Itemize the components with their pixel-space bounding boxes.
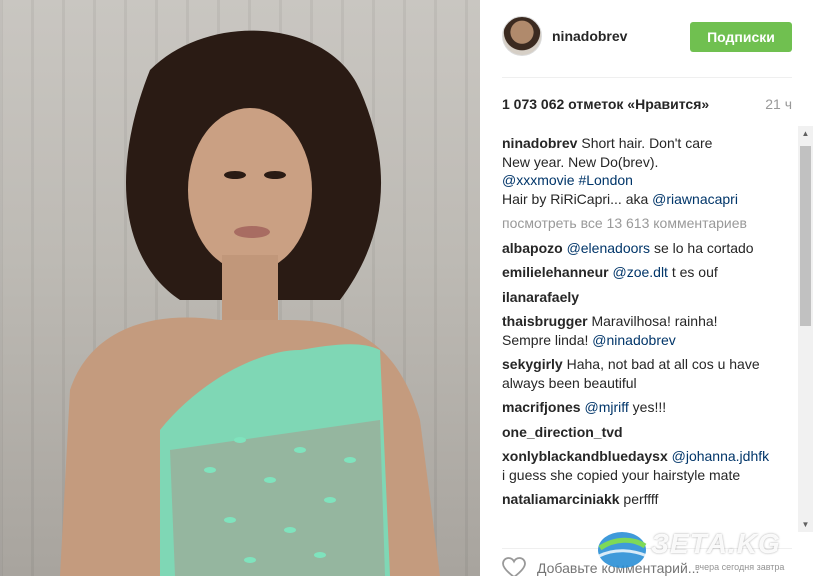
portrait-image [60,30,440,576]
avatar[interactable] [502,16,542,56]
comment-mention[interactable]: @johanna.jdhfk [672,448,770,464]
comments-list: ninadobrev Short hair. Don't care New ye… [502,134,770,528]
list-item: one_direction_tvd [502,423,770,442]
post-side-panel: ninadobrev Подписки 1 073 062 отметок «Н… [480,0,813,576]
comment-text: se lo ha cortado [650,239,754,256]
post-photo[interactable] [0,0,480,576]
author-username[interactable]: ninadobrev [552,28,627,44]
post-time[interactable]: 21 ч [765,96,792,112]
comment-text: yes!!! [628,399,667,415]
comment-text: i guess she copied your hairstyle mate [502,466,741,483]
comment-username[interactable]: albapozo [502,240,563,256]
likes-row: 1 073 062 отметок «Нравится» 21 ч [502,96,792,116]
caption-line-1: Short hair. Don't care [581,135,713,151]
comment-username[interactable]: one_direction_tvd [502,424,623,440]
comment-username[interactable]: emilielehanneur [502,264,609,280]
caption-line-4: Hair by RiRiCapri... aka [502,190,653,207]
scroll-thumb[interactable] [800,146,811,326]
comment-username[interactable]: thaisbrugger [502,313,588,329]
comment-mention[interactable]: @mjriff [584,399,628,415]
caption-line-2: New year. New Do(brev). [502,153,659,170]
comment-username[interactable]: ilanarafaely [502,289,579,305]
like-heart-icon[interactable] [502,557,526,576]
list-item: sekygirly Haha, not bad at all cos u hav… [502,355,770,392]
comments-scrollbar[interactable]: ▲ ▼ [798,126,813,532]
comment-mention[interactable]: @elenadoors [567,240,651,256]
comment-text: t es ouf [667,264,718,280]
comment-mention[interactable]: @ninadobrev [592,332,676,348]
post-header: ninadobrev Подписки [502,16,792,78]
list-item: xonlyblackandbluedaysx @johanna.jdhfk i … [502,447,770,484]
comment-username[interactable]: sekygirly [502,356,563,372]
follow-button[interactable]: Подписки [690,22,792,52]
caption: ninadobrev Short hair. Don't care New ye… [502,134,770,208]
scroll-up-arrow-icon[interactable]: ▲ [798,126,813,141]
watermark-tagline: вчера сегодня завтра [695,562,785,572]
list-item: ilanarafaely [502,288,770,307]
comment-username[interactable]: nataliamarciniakk [502,491,620,507]
view-all-comments-link[interactable]: посмотреть все 13 613 комментариев [502,214,770,233]
comment-username[interactable]: xonlyblackandbluedaysx [502,448,668,464]
caption-tags[interactable]: @xxxmovie #London [502,172,633,188]
comment-text: perffff [623,491,659,507]
likes-count[interactable]: 1 073 062 отметок «Нравится» [502,96,709,112]
list-item: albapozo @elenadoors se lo ha cortado [502,239,770,258]
comment-mention[interactable]: @zoe.dlt [612,264,667,280]
list-item: nataliamarciniakk perffff [502,490,770,509]
watermark-text: ЗЕТА.KG [651,528,781,559]
globe-icon [598,532,648,568]
list-item: emilielehanneur @zoe.dlt t es ouf [502,263,770,282]
caption-mention[interactable]: @riawnacapri [652,191,738,207]
comment-username[interactable]: macrifjones [502,399,581,415]
watermark-logo: ЗЕТА.KG вчера сегодня завтра [595,522,813,576]
list-item: macrifjones @mjriff yes!!! [502,398,770,417]
caption-username[interactable]: ninadobrev [502,135,577,151]
list-item: thaisbrugger Maravilhosa! rainha! Sempre… [502,312,770,349]
